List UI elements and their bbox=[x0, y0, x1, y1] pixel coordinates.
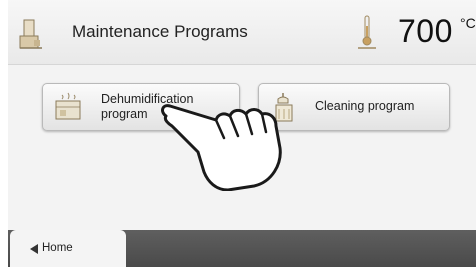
thermometer-icon bbox=[358, 15, 376, 49]
home-button[interactable]: Home bbox=[10, 230, 126, 267]
bottom-navigation-bar: Home bbox=[8, 230, 476, 267]
dehumidification-icon bbox=[55, 92, 81, 120]
device-screen: Maintenance Programs 700 °C Dehumidifica… bbox=[8, 0, 476, 267]
furnace-icon bbox=[19, 19, 42, 49]
back-arrow-icon bbox=[30, 244, 38, 254]
cleaning-program-label: Cleaning program bbox=[315, 99, 415, 113]
temperature-unit: °C bbox=[460, 15, 476, 31]
temperature-value: 700 bbox=[398, 13, 453, 49]
pointing-hand-icon bbox=[161, 104, 282, 191]
page-title: Maintenance Programs bbox=[72, 22, 248, 41]
home-label: Home bbox=[42, 242, 73, 254]
title-bar: Maintenance Programs 700 °C bbox=[8, 0, 476, 65]
